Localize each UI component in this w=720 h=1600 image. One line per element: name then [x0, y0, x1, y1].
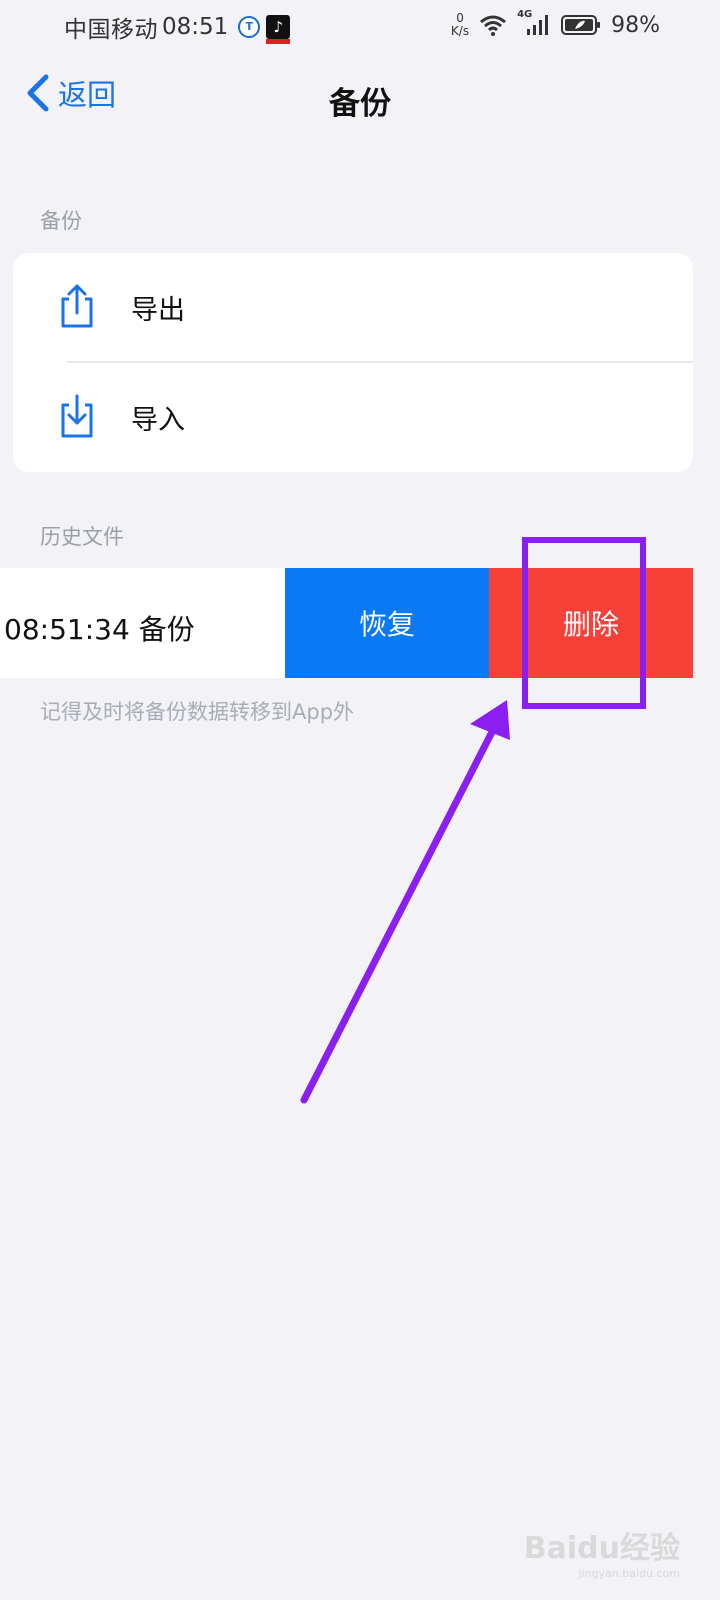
annotation-highlight-box [522, 537, 646, 709]
history-file-label: 08:51:34 备份 [4, 613, 195, 646]
tiktok-notification-icon: ♪ [266, 15, 291, 44]
battery-icon [561, 15, 601, 35]
download-import-icon [61, 394, 93, 438]
battery-percent: 98% [611, 12, 660, 38]
export-label: 导出 [131, 294, 185, 326]
baidu-watermark-logo: Baidu经验 jingyan.baidu.com [524, 1523, 680, 1580]
section-header-backup: 备份 [40, 209, 82, 233]
status-time: 08:51 [162, 14, 229, 40]
watermark-url: jingyan.baidu.com [578, 1567, 680, 1580]
carrier-name: 中国移动 [64, 17, 158, 43]
export-row[interactable]: 导出 [13, 253, 693, 361]
watermark-brand: Baidu经验 [523, 1531, 680, 1566]
nav-bar: 返回 备份 [0, 62, 720, 132]
status-bar: 中国移动 08:51 T ♪ 0 K/s 4G 98% [0, 0, 720, 52]
import-label: 导入 [131, 404, 185, 436]
share-export-icon [61, 284, 93, 328]
cellular-signal: 4G [517, 9, 551, 37]
status-right: 0 K/s 4G 98% [450, 9, 660, 38]
import-row[interactable]: 导入 [13, 363, 693, 471]
page-title: 备份 [329, 86, 391, 122]
annotation-arrow [300, 700, 510, 1104]
signal-bars-icon [527, 15, 549, 35]
network-speed: 0 K/s [450, 11, 470, 38]
wifi-icon [480, 15, 507, 36]
restore-button[interactable]: 恢复 [285, 568, 489, 678]
backup-hint-text: 记得及时将备份数据转移到App外 [40, 700, 355, 724]
section-header-history: 历史文件 [40, 525, 124, 549]
backup-card: 导出 导入 [13, 253, 693, 472]
status-left: 中国移动 08:51 T ♪ [64, 10, 291, 44]
app-notification-icon: T [238, 16, 261, 38]
